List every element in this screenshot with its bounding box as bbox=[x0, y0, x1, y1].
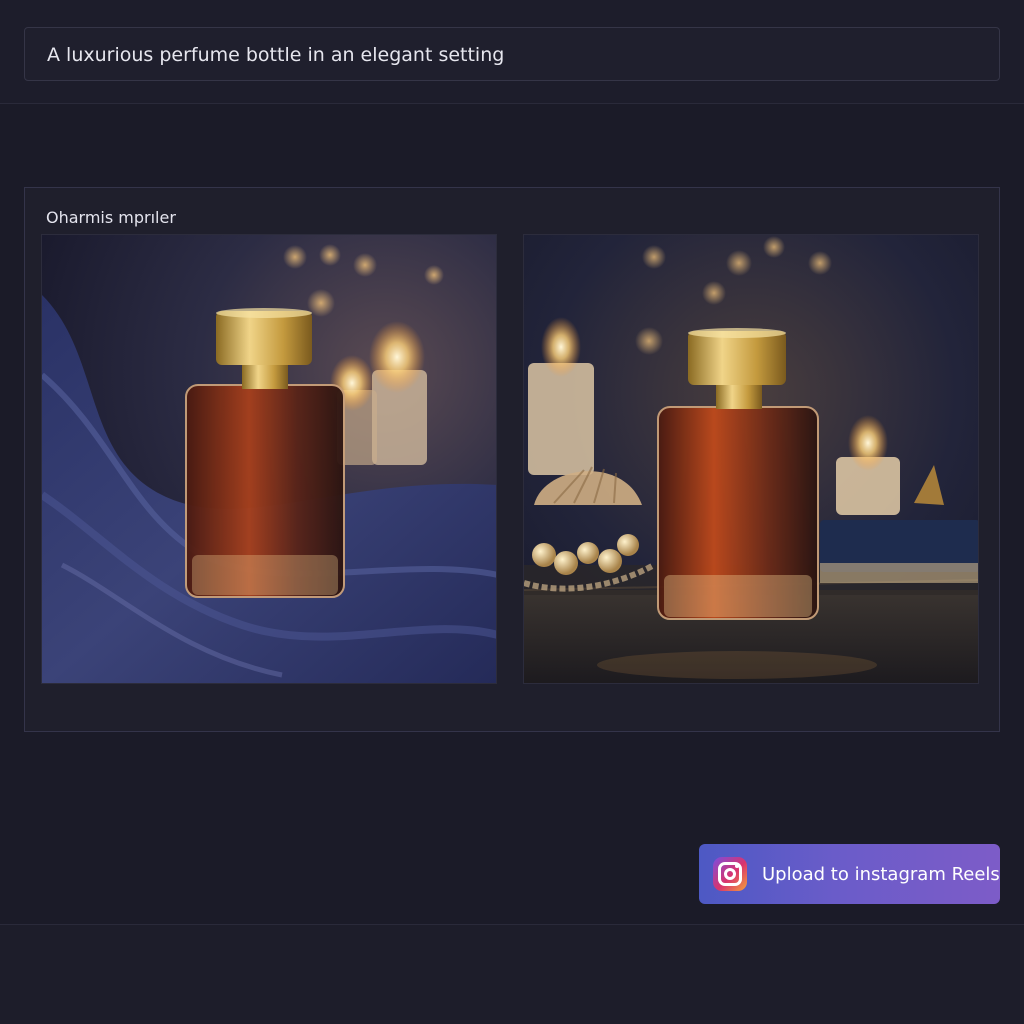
panel-title: Oharmis mprıler bbox=[46, 208, 176, 227]
generated-image-1[interactable] bbox=[41, 234, 497, 684]
upload-to-instagram-reels-button[interactable]: Upload to instagram Reels bbox=[699, 844, 1000, 904]
instagram-icon bbox=[713, 857, 747, 891]
generated-image-2[interactable] bbox=[523, 234, 979, 684]
bottom-bar bbox=[0, 924, 1024, 1024]
top-bar: A luxurious perfume bottle in an elegant… bbox=[0, 0, 1024, 104]
upload-button-label: Upload to instagram Reels bbox=[762, 863, 1000, 885]
prompt-input[interactable]: A luxurious perfume bottle in an elegant… bbox=[24, 27, 1000, 81]
generated-images-panel: Oharmis mprıler bbox=[24, 187, 1000, 732]
